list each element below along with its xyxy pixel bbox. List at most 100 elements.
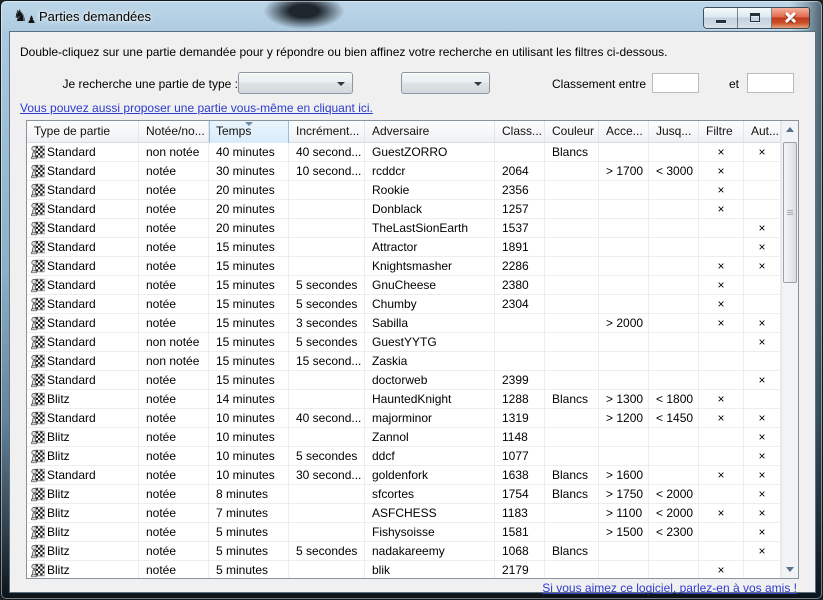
column-header-rated[interactable]: Notée/no...	[139, 121, 209, 143]
column-header-auto[interactable]: Aut...	[744, 121, 781, 143]
share-link[interactable]: Si vous aimez ce logiciel, parlez-en à v…	[542, 581, 797, 595]
column-header-accepts_below[interactable]: Jusq...	[649, 121, 699, 143]
scroll-up-button[interactable]	[782, 121, 798, 138]
cell-time: 8 minutes	[209, 485, 289, 504]
scrollbar-thumb[interactable]	[783, 142, 797, 283]
game-row[interactable]: Standardnotée15 minutes5 secondesChumby2…	[27, 295, 781, 314]
cell-type: Standard	[27, 276, 139, 295]
game-row[interactable]: Standardnotée20 minutesDonblack1257×	[27, 200, 781, 219]
cell-time: 20 minutes	[209, 219, 289, 238]
rating-min-input[interactable]	[652, 73, 699, 93]
cell-accepts_above	[599, 143, 649, 162]
cell-accepts_below	[649, 314, 699, 333]
game-type-select[interactable]	[238, 72, 353, 94]
column-header-increment[interactable]: Incrément...	[289, 121, 365, 143]
game-row[interactable]: Standardnotée10 minutes40 second...major…	[27, 409, 781, 428]
game-row[interactable]: Standardnotée30 minutes10 second...rcddc…	[27, 162, 781, 181]
cell-time: 30 minutes	[209, 162, 289, 181]
cell-accepts_above: > 1100	[599, 504, 649, 523]
chess-pawn-checkerboard-icon	[29, 467, 45, 483]
cell-opponent: Rookie	[365, 181, 495, 200]
cell-filter: ×	[699, 181, 744, 200]
game-row[interactable]: Blitznotée14 minutesHauntedKnight1288Bla…	[27, 390, 781, 409]
game-row[interactable]: Blitznotée10 minutesZannol1148×	[27, 428, 781, 447]
cell-rating: 1638	[495, 466, 545, 485]
cell-accepts_above: > 1500	[599, 523, 649, 542]
cell-filter: ×	[699, 143, 744, 162]
cell-color	[545, 523, 599, 542]
column-header-time[interactable]: Temps	[209, 121, 289, 143]
cell-type: Standard	[27, 162, 139, 181]
game-row[interactable]: Blitznotée5 minutesFishysoisse1581> 1500…	[27, 523, 781, 542]
game-row[interactable]: Standardnon notée15 minutes15 second...Z…	[27, 352, 781, 371]
game-row[interactable]: Blitznotée10 minutes5 secondesddcf1077×	[27, 447, 781, 466]
chess-pawn-checkerboard-icon	[29, 277, 45, 293]
cell-color	[545, 295, 599, 314]
cell-filter	[699, 219, 744, 238]
cell-auto	[744, 352, 781, 371]
game-type-label: Standard	[47, 276, 96, 294]
minimize-button[interactable]	[704, 8, 738, 28]
cell-accepts_below: < 1800	[649, 390, 699, 409]
cell-accepts_above	[599, 238, 649, 257]
game-row[interactable]: Blitznotée7 minutesASFCHESS1183> 1100< 2…	[27, 504, 781, 523]
column-header-type[interactable]: Type de partie	[27, 121, 139, 143]
dialog-body: Double-cliquez sur une partie demandée p…	[9, 31, 816, 593]
cell-rating	[495, 333, 545, 352]
cell-auto	[744, 162, 781, 181]
game-row[interactable]: Standardnotée15 minutesAttractor1891×	[27, 238, 781, 257]
cell-rating: 1581	[495, 523, 545, 542]
maximize-button[interactable]	[738, 8, 772, 28]
cell-color	[545, 238, 599, 257]
chess-pawn-checkerboard-icon	[29, 239, 45, 255]
game-row[interactable]: Blitznotée5 minutesblik2179×	[27, 561, 781, 578]
cell-accepts_below	[649, 219, 699, 238]
game-row[interactable]: Standardnon notée40 minutes40 second...G…	[27, 143, 781, 162]
column-header-opponent[interactable]: Adversaire	[365, 121, 495, 143]
chess-pawn-checkerboard-icon	[29, 258, 45, 274]
game-row[interactable]: Standardnotée20 minutesRookie2356×	[27, 181, 781, 200]
cell-auto: ×	[744, 238, 781, 257]
cell-time: 14 minutes	[209, 390, 289, 409]
game-subtype-select[interactable]	[401, 72, 490, 94]
column-header-accepts_above[interactable]: Acce...	[599, 121, 649, 143]
cell-rated: notée	[139, 181, 209, 200]
cell-rated: notée	[139, 485, 209, 504]
game-row[interactable]: Blitznotée8 minutessfcortes1754Blancs> 1…	[27, 485, 781, 504]
cell-rated: notée	[139, 447, 209, 466]
rating-max-input[interactable]	[747, 73, 794, 93]
cell-rated: notée	[139, 200, 209, 219]
cell-type: Standard	[27, 371, 139, 390]
game-row[interactable]: Standardnotée20 minutesTheLastSionEarth1…	[27, 219, 781, 238]
close-button[interactable]	[772, 8, 809, 28]
scroll-down-button[interactable]	[782, 561, 798, 578]
propose-game-link[interactable]: Vous pouvez aussi proposer une partie vo…	[20, 101, 373, 115]
cell-increment: 10 second...	[289, 162, 365, 181]
game-row[interactable]: Standardnon notée15 minutes5 secondesGue…	[27, 333, 781, 352]
column-header-color[interactable]: Couleur	[545, 121, 599, 143]
cell-time: 20 minutes	[209, 200, 289, 219]
cell-increment	[289, 200, 365, 219]
game-row[interactable]: Standardnotée15 minutes5 secondesGnuChee…	[27, 276, 781, 295]
chess-pawn-checkerboard-icon	[29, 429, 45, 445]
chess-pieces-icon: ♞♟	[13, 7, 33, 26]
vertical-scrollbar[interactable]	[781, 121, 798, 578]
game-row[interactable]: Standardnotée15 minutesdoctorweb2399×	[27, 371, 781, 390]
cell-increment: 3 secondes	[289, 314, 365, 333]
cell-increment	[289, 390, 365, 409]
cell-accepts_above: > 1700	[599, 162, 649, 181]
cell-auto: ×	[744, 466, 781, 485]
type-filter-label: Je recherche une partie de type :	[50, 77, 238, 91]
game-row[interactable]: Standardnotée15 minutes3 secondesSabilla…	[27, 314, 781, 333]
cell-accepts_below	[649, 333, 699, 352]
column-header-filter[interactable]: Filtre	[699, 121, 744, 143]
game-row[interactable]: Standardnotée15 minutesKnightsmasher2286…	[27, 257, 781, 276]
cell-color	[545, 276, 599, 295]
game-row[interactable]: Blitznotée5 minutes5 secondesnadakareemy…	[27, 542, 781, 561]
column-header-rating[interactable]: Class...	[495, 121, 545, 143]
titlebar[interactable]: ♞♟ Parties demandées	[1, 1, 822, 31]
game-row[interactable]: Standardnotée10 minutes30 second...golde…	[27, 466, 781, 485]
cell-increment: 15 second...	[289, 352, 365, 371]
cell-rating: 1077	[495, 447, 545, 466]
cell-opponent: ddcf	[365, 447, 495, 466]
